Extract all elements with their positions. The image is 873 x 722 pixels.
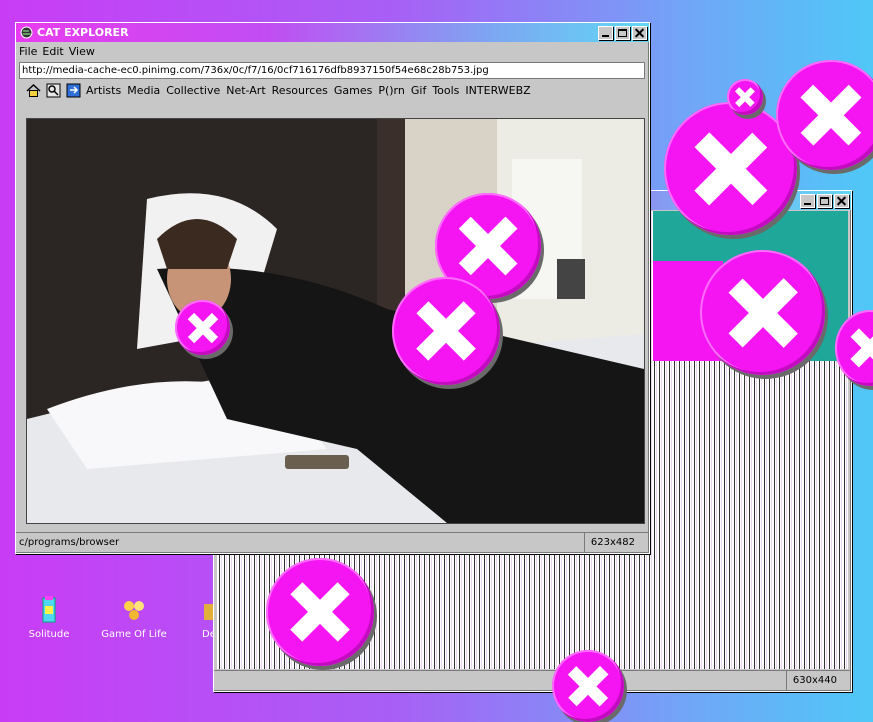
maximize-button[interactable]: [615, 25, 630, 40]
address-bar[interactable]: http://media-cache-ec0.pinimg.com/736x/0…: [19, 62, 645, 79]
link-collective[interactable]: Collective: [166, 84, 220, 97]
globe-icon: [20, 26, 33, 39]
popup-close-bubble[interactable]: [552, 650, 624, 722]
menu-edit[interactable]: Edit: [42, 45, 63, 58]
desktop-icon-label: Game Of Life: [101, 629, 167, 640]
home-icon[interactable]: [26, 83, 41, 98]
status-size: 630x440: [785, 671, 851, 690]
link-interwebz[interactable]: INTERWEBZ: [465, 84, 530, 97]
window-title: CAT EXPLORER: [37, 26, 129, 39]
minimize-button[interactable]: [598, 25, 613, 40]
browser-window[interactable]: CAT EXPLORER File Edit View http://media…: [15, 22, 650, 554]
popup-close-bubble[interactable]: [700, 250, 825, 375]
game-of-life-icon: [124, 601, 144, 620]
link-net-art[interactable]: Net-Art: [226, 84, 265, 97]
close-button[interactable]: [834, 193, 849, 208]
menu-file[interactable]: File: [19, 45, 37, 58]
popup-close-bubble[interactable]: [727, 79, 763, 115]
photo-illustration: [27, 119, 644, 523]
desktop-icon-solitude[interactable]: Solitude: [14, 596, 84, 640]
maximize-button[interactable]: [817, 193, 832, 208]
status-path: c/programs/browser: [19, 537, 120, 548]
solitude-icon: [42, 596, 56, 623]
link-tools[interactable]: Tools: [432, 84, 459, 97]
minimize-button[interactable]: [800, 193, 815, 208]
popup-close-bubble[interactable]: [175, 300, 230, 355]
desktop-icon-game-of-life[interactable]: Game Of Life: [99, 596, 169, 640]
link-gif[interactable]: Gif: [411, 84, 426, 97]
browser-titlebar[interactable]: CAT EXPLORER: [16, 23, 649, 42]
link-games[interactable]: Games: [334, 84, 372, 97]
popup-close-bubble[interactable]: [266, 558, 374, 666]
refresh-icon[interactable]: [66, 83, 81, 98]
link-porn[interactable]: P()rn: [378, 84, 405, 97]
link-artists[interactable]: Artists: [86, 84, 121, 97]
menu-bar: File Edit View: [16, 42, 649, 60]
browser-statusbar: c/programs/browser 623x482: [16, 532, 649, 553]
search-icon[interactable]: [46, 83, 61, 98]
links-toolbar: Artists Media Collective Net-Art Resourc…: [16, 79, 649, 101]
close-button[interactable]: [632, 25, 647, 40]
status-size: 623x482: [583, 533, 649, 552]
link-resources[interactable]: Resources: [272, 84, 328, 97]
popup-close-bubble[interactable]: [392, 277, 500, 385]
link-media[interactable]: Media: [127, 84, 160, 97]
graphics-window-statusbar: 630x440: [214, 670, 851, 691]
displayed-photo: [26, 118, 645, 524]
desktop-icon-label: Solitude: [28, 629, 70, 640]
menu-view[interactable]: View: [69, 45, 95, 58]
